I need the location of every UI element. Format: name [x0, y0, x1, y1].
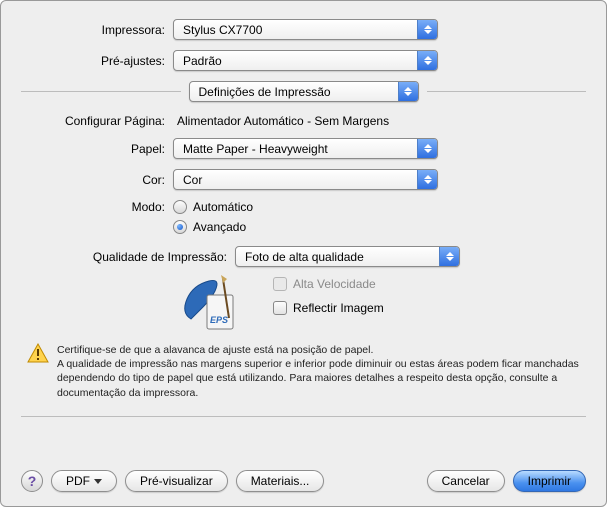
printer-select[interactable]: Stylus CX7700 — [173, 19, 438, 40]
mode-group: Modo: Automático Avançado — [21, 200, 586, 234]
mirror-checkbox[interactable] — [273, 301, 287, 315]
cancel-label: Cancelar — [442, 474, 490, 488]
warning-line1: Certifique-se de que a alavanca de ajust… — [57, 343, 580, 357]
section-separator: Definições de Impressão — [21, 81, 586, 102]
preview-label: Pré-visualizar — [140, 474, 213, 488]
bottom-divider — [21, 416, 586, 417]
panel-select-value: Definições de Impressão — [199, 85, 331, 99]
presets-select[interactable]: Padrão — [173, 50, 438, 71]
updown-arrows-icon — [439, 247, 459, 266]
svg-text:EPS: EPS — [210, 315, 228, 325]
supplies-label: Materiais... — [251, 474, 310, 488]
warning-block: Certifique-se de que a alavanca de ajust… — [21, 341, 586, 400]
quality-select[interactable]: Foto de alta qualidade — [235, 246, 460, 267]
pdf-menu-button[interactable]: PDF — [51, 470, 117, 492]
configure-page-value: Alimentador Automático - Sem Margens — [173, 114, 389, 128]
presets-value: Padrão — [183, 54, 222, 68]
mode-auto-radio[interactable] — [173, 200, 187, 214]
printer-row: Impressora: Stylus CX7700 — [21, 19, 586, 40]
button-bar: ? PDF Pré-visualizar Materiais... Cancel… — [21, 470, 586, 492]
paper-value: Matte Paper - Heavyweight — [183, 142, 328, 156]
high-speed-label: Alta Velocidade — [293, 277, 376, 291]
panel-select[interactable]: Definições de Impressão — [189, 81, 419, 102]
mode-auto-text: Automático — [193, 200, 253, 214]
high-speed-row: Alta Velocidade — [273, 277, 384, 291]
cancel-button[interactable]: Cancelar — [427, 470, 505, 492]
printer-value: Stylus CX7700 — [183, 23, 262, 37]
print-button[interactable]: Imprimir — [513, 470, 586, 492]
warning-text: Certifique-se de que a alavanca de ajust… — [57, 343, 580, 400]
supplies-button[interactable]: Materiais... — [236, 470, 325, 492]
configure-page-row: Configurar Página: Alimentador Automátic… — [21, 114, 586, 128]
presets-row: Pré-ajustes: Padrão — [21, 50, 586, 71]
quality-label: Qualidade de Impressão: — [21, 250, 235, 264]
color-label: Cor: — [21, 173, 173, 187]
mode-advanced-text: Avançado — [193, 220, 246, 234]
color-row: Cor: Cor — [21, 169, 586, 190]
updown-arrows-icon — [417, 139, 437, 158]
mirror-row: Reflectir Imagem — [273, 301, 384, 315]
mode-label: Modo: — [21, 200, 173, 214]
mirror-label: Reflectir Imagem — [293, 301, 384, 315]
updown-arrows-icon — [417, 170, 437, 189]
warning-icon — [27, 343, 49, 363]
help-icon: ? — [28, 473, 37, 489]
caret-down-icon — [94, 479, 102, 484]
print-dialog: Impressora: Stylus CX7700 Pré-ajustes: P… — [0, 0, 607, 507]
warning-line2: A qualidade de impressão nas margens sup… — [57, 357, 580, 400]
preview-button[interactable]: Pré-visualizar — [125, 470, 228, 492]
paper-label: Papel: — [21, 142, 173, 156]
high-speed-checkbox — [273, 277, 287, 291]
printer-label: Impressora: — [21, 23, 173, 37]
epson-paper-icon: EPS — [173, 273, 245, 333]
updown-arrows-icon — [398, 82, 418, 101]
quality-row: Qualidade de Impressão: Foto de alta qua… — [21, 246, 586, 267]
option-checkboxes: Alta Velocidade Reflectir Imagem — [273, 273, 384, 333]
mode-advanced-radio[interactable] — [173, 220, 187, 234]
pdf-label: PDF — [66, 474, 90, 488]
options-area: EPS Alta Velocidade Reflectir Imagem — [21, 273, 586, 333]
updown-arrows-icon — [417, 51, 437, 70]
paper-select[interactable]: Matte Paper - Heavyweight — [173, 138, 438, 159]
color-value: Cor — [183, 173, 202, 187]
updown-arrows-icon — [417, 20, 437, 39]
presets-label: Pré-ajustes: — [21, 54, 173, 68]
configure-page-label: Configurar Página: — [21, 114, 173, 128]
quality-value: Foto de alta qualidade — [245, 250, 364, 264]
help-button[interactable]: ? — [21, 470, 43, 492]
paper-row: Papel: Matte Paper - Heavyweight — [21, 138, 586, 159]
color-select[interactable]: Cor — [173, 169, 438, 190]
print-label: Imprimir — [528, 474, 571, 488]
